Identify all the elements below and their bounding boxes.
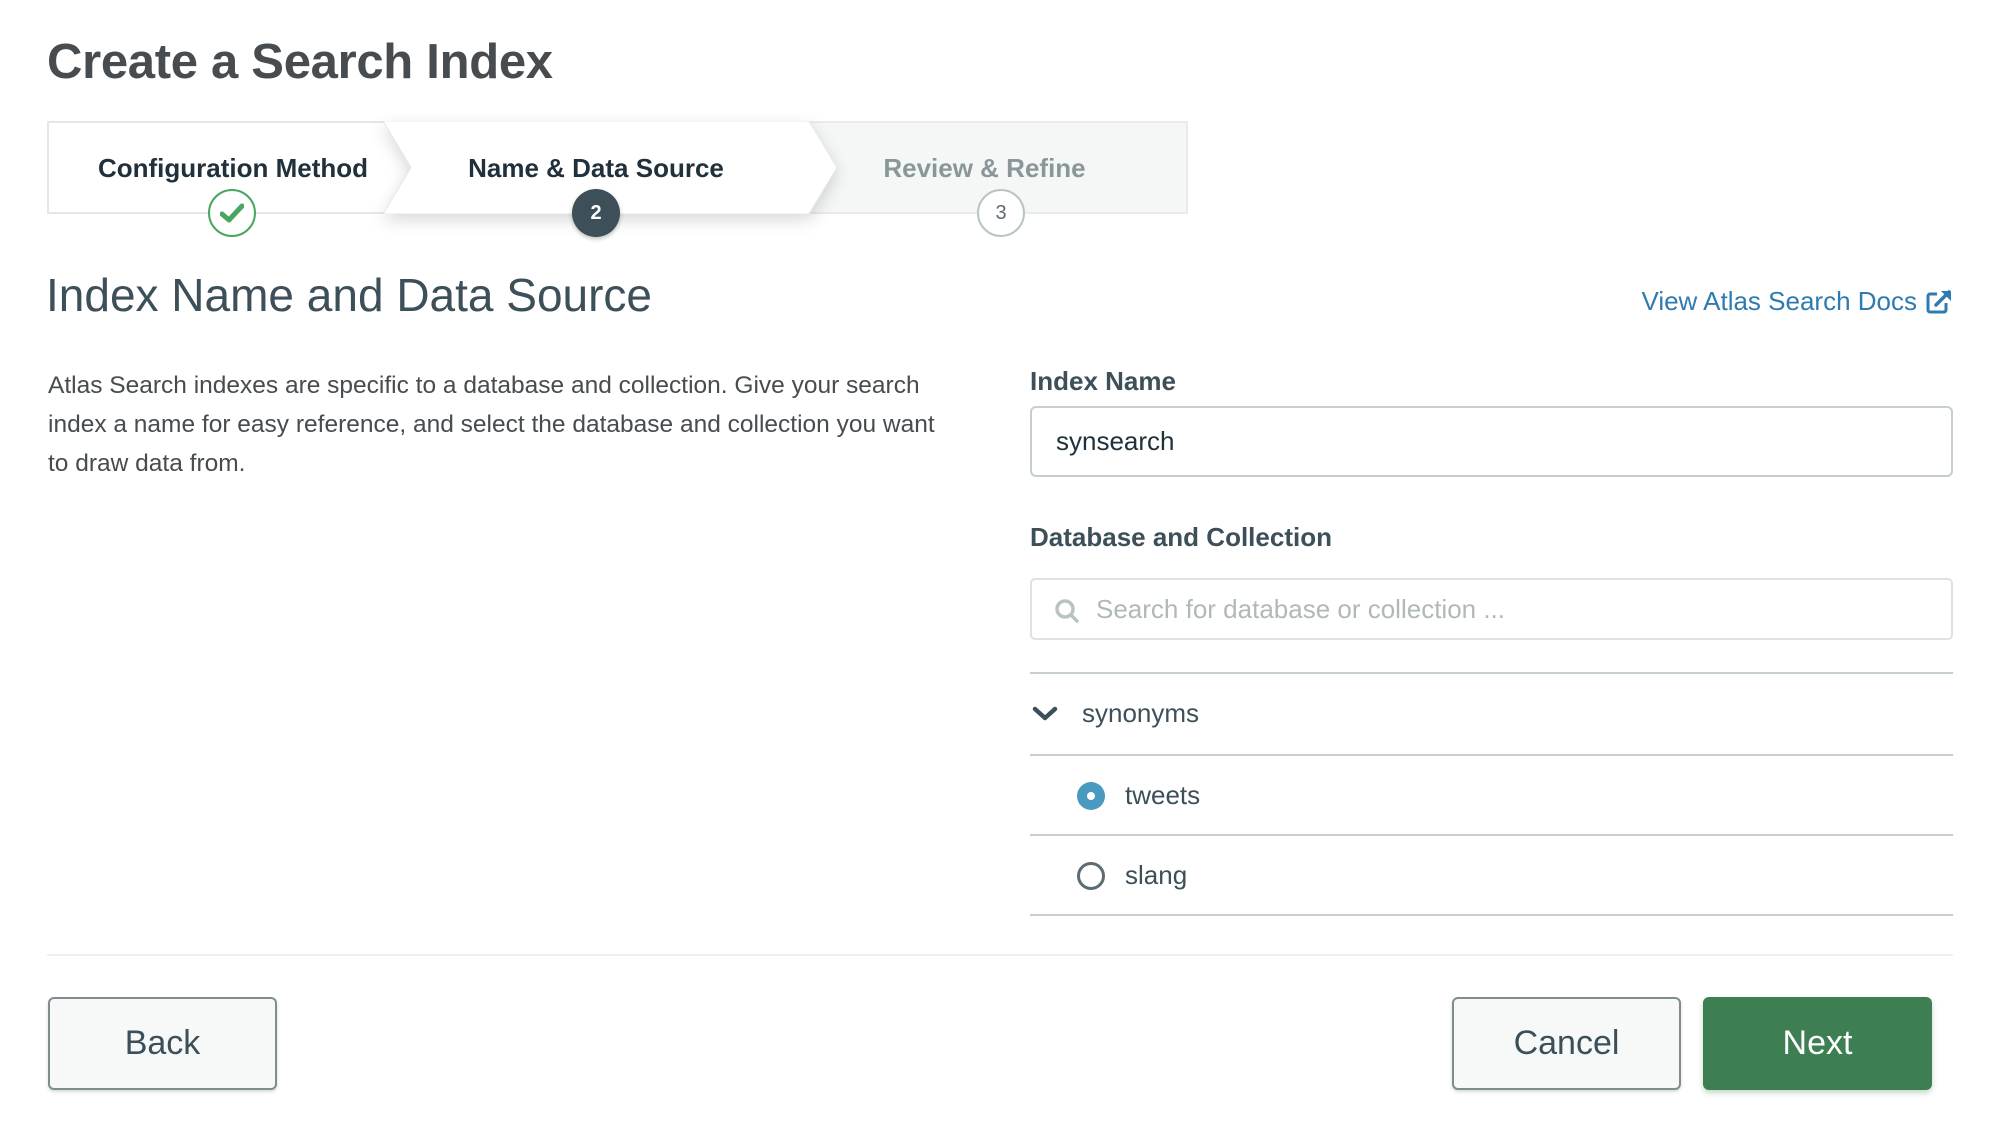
checkmark-icon (220, 203, 244, 223)
docs-link-label: View Atlas Search Docs (1641, 286, 1917, 316)
radio-selected[interactable] (1077, 781, 1105, 810)
cancel-button[interactable]: Cancel (1452, 997, 1681, 1090)
divider (1030, 914, 1953, 916)
section-description: Atlas Search indexes are specific to a d… (48, 372, 935, 477)
index-name-label: Index Name (1030, 366, 1176, 396)
chevron-down-icon[interactable] (1032, 705, 1058, 723)
step-label-name-data-source: Name & Data Source (468, 153, 724, 183)
collection-name: slang (1125, 860, 1188, 890)
page-title: Create a Search Index (47, 35, 553, 89)
step-label-review-refine: Review & Refine (883, 153, 1086, 183)
radio-unselected[interactable] (1077, 861, 1105, 890)
collection-row-slang[interactable]: slang (1030, 836, 1953, 915)
step-number-badge: 2 (572, 189, 620, 237)
index-name-input[interactable] (1030, 406, 1953, 477)
collection-name: tweets (1125, 780, 1201, 810)
back-button[interactable]: Back (48, 997, 277, 1090)
db-collection-search[interactable] (1030, 578, 1953, 640)
db-collection-label: Database and Collection (1030, 522, 1332, 552)
database-name: synonyms (1082, 698, 1200, 728)
step-number-badge: 3 (977, 189, 1025, 237)
search-icon (1055, 599, 1079, 623)
step-completed-badge (208, 189, 256, 237)
next-button[interactable]: Next (1703, 997, 1932, 1090)
stepper: Configuration Method Name & Data Source … (47, 121, 1188, 237)
section-title: Index Name and Data Source (46, 269, 653, 321)
collection-row-tweets[interactable]: tweets (1030, 756, 1953, 835)
database-row-synonyms[interactable]: synonyms (1030, 674, 1953, 753)
external-link-icon (1926, 289, 1951, 313)
view-docs-link[interactable]: View Atlas Search Docs (1641, 286, 1953, 317)
db-collection-search-input[interactable] (1096, 580, 1936, 638)
step-label-configuration-method: Configuration Method (97, 153, 369, 183)
footer-divider (47, 954, 1953, 956)
